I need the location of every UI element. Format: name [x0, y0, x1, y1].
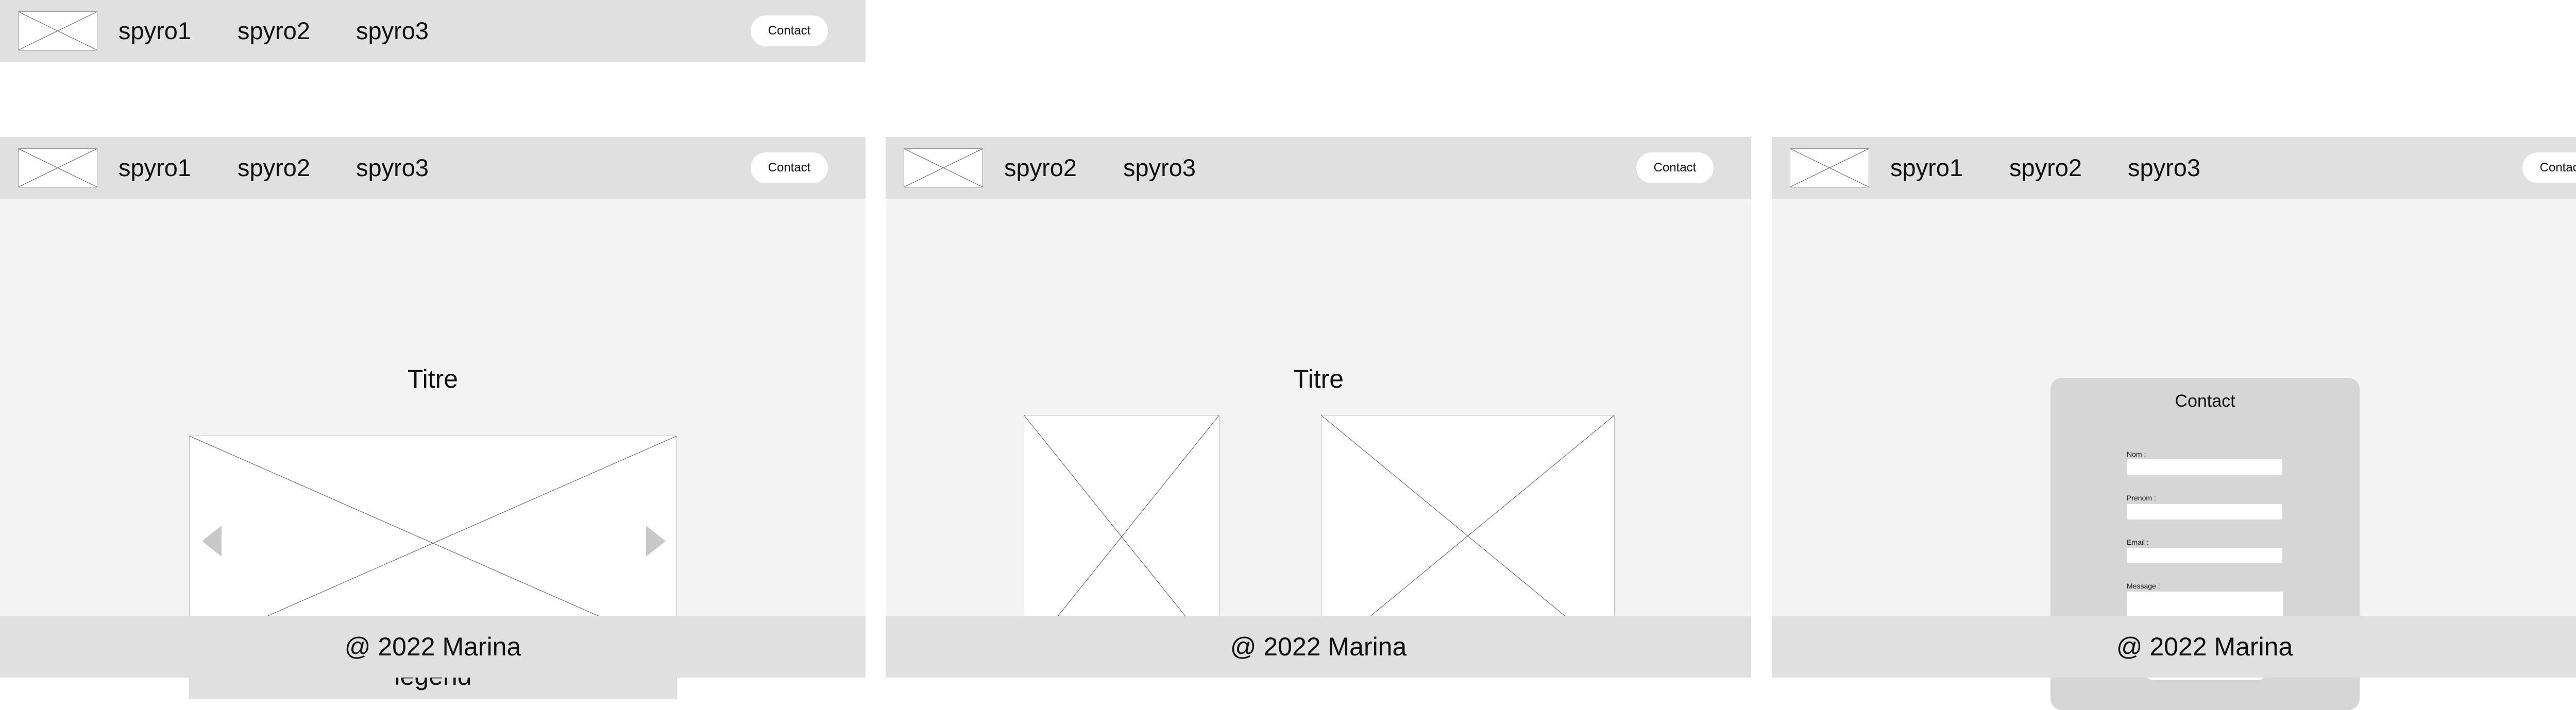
- logo-placeholder[interactable]: [18, 148, 97, 187]
- image-placeholder-icon: [19, 149, 97, 187]
- contact-form-title: Contact: [2175, 391, 2235, 411]
- prenom-label: Prenom :: [2127, 494, 2156, 502]
- email-field[interactable]: [2127, 548, 2282, 563]
- footer: @ 2022 Marina: [1772, 616, 2576, 678]
- nav-link-spyro3[interactable]: spyro3: [356, 16, 429, 46]
- image-placeholder-icon: [1790, 149, 1869, 187]
- logo-placeholder[interactable]: [904, 148, 983, 187]
- nav-link-spyro2[interactable]: spyro2: [238, 153, 310, 183]
- footer: @ 2022 Marina: [886, 616, 1751, 678]
- nav-link-spyro3[interactable]: spyro3: [356, 153, 429, 183]
- page-frame-contact: spyro1 spyro2 spyro3 Contact Contact Nom…: [1772, 137, 2576, 710]
- logo-placeholder[interactable]: [18, 11, 97, 50]
- contact-button[interactable]: Contact: [751, 152, 828, 183]
- nav-link-spyro3[interactable]: spyro3: [1123, 153, 1196, 183]
- nom-label: Nom :: [2127, 450, 2146, 458]
- message-label: Message :: [2127, 582, 2160, 590]
- page-content: Contact Nom : Prenom : Email : Message :…: [1772, 199, 2576, 710]
- nav-link-spyro3[interactable]: spyro3: [2128, 153, 2200, 183]
- page-title: Titre: [407, 365, 459, 393]
- navbar-variant-top: spyro1 spyro2 spyro3 Contact: [0, 0, 866, 62]
- nav-link-spyro2[interactable]: spyro2: [2009, 153, 2082, 183]
- email-label: Email :: [2127, 538, 2149, 546]
- page-frame-gallery: spyro2 spyro3 Contact Titre @ 2022 Marin…: [886, 137, 1751, 678]
- nav-link-spyro2[interactable]: spyro2: [238, 16, 310, 46]
- contact-button[interactable]: Contact: [1636, 152, 1714, 183]
- navbar: spyro1 spyro2 spyro3 Contact: [1772, 137, 2576, 199]
- contact-button[interactable]: Contact: [2522, 152, 2576, 183]
- navbar: spyro1 spyro2 spyro3 Contact: [0, 0, 866, 62]
- nom-field[interactable]: [2127, 459, 2282, 475]
- nav-link-spyro2[interactable]: spyro2: [1004, 153, 1077, 183]
- carousel-next-arrow-icon[interactable]: [646, 526, 666, 557]
- page-content: Titre legend: [0, 199, 866, 699]
- nav-link-spyro1[interactable]: spyro1: [1890, 153, 1963, 183]
- carousel-prev-arrow-icon[interactable]: [202, 526, 222, 557]
- nav-link-spyro1[interactable]: spyro1: [118, 153, 191, 183]
- image-placeholder-icon: [904, 149, 982, 187]
- prenom-field[interactable]: [2127, 504, 2282, 519]
- navbar: spyro2 spyro3 Contact: [886, 137, 1751, 199]
- contact-button[interactable]: Contact: [751, 15, 828, 46]
- navbar: spyro1 spyro2 spyro3 Contact: [0, 137, 866, 199]
- page-content: Titre: [886, 199, 1751, 659]
- page-title: Titre: [1293, 365, 1344, 393]
- page-frame-carousel: spyro1 spyro2 spyro3 Contact Titre legen…: [0, 137, 866, 699]
- nav-link-spyro1[interactable]: spyro1: [118, 16, 191, 46]
- image-placeholder-icon: [19, 12, 97, 50]
- logo-placeholder[interactable]: [1790, 148, 1869, 187]
- footer: @ 2022 Marina: [0, 616, 866, 678]
